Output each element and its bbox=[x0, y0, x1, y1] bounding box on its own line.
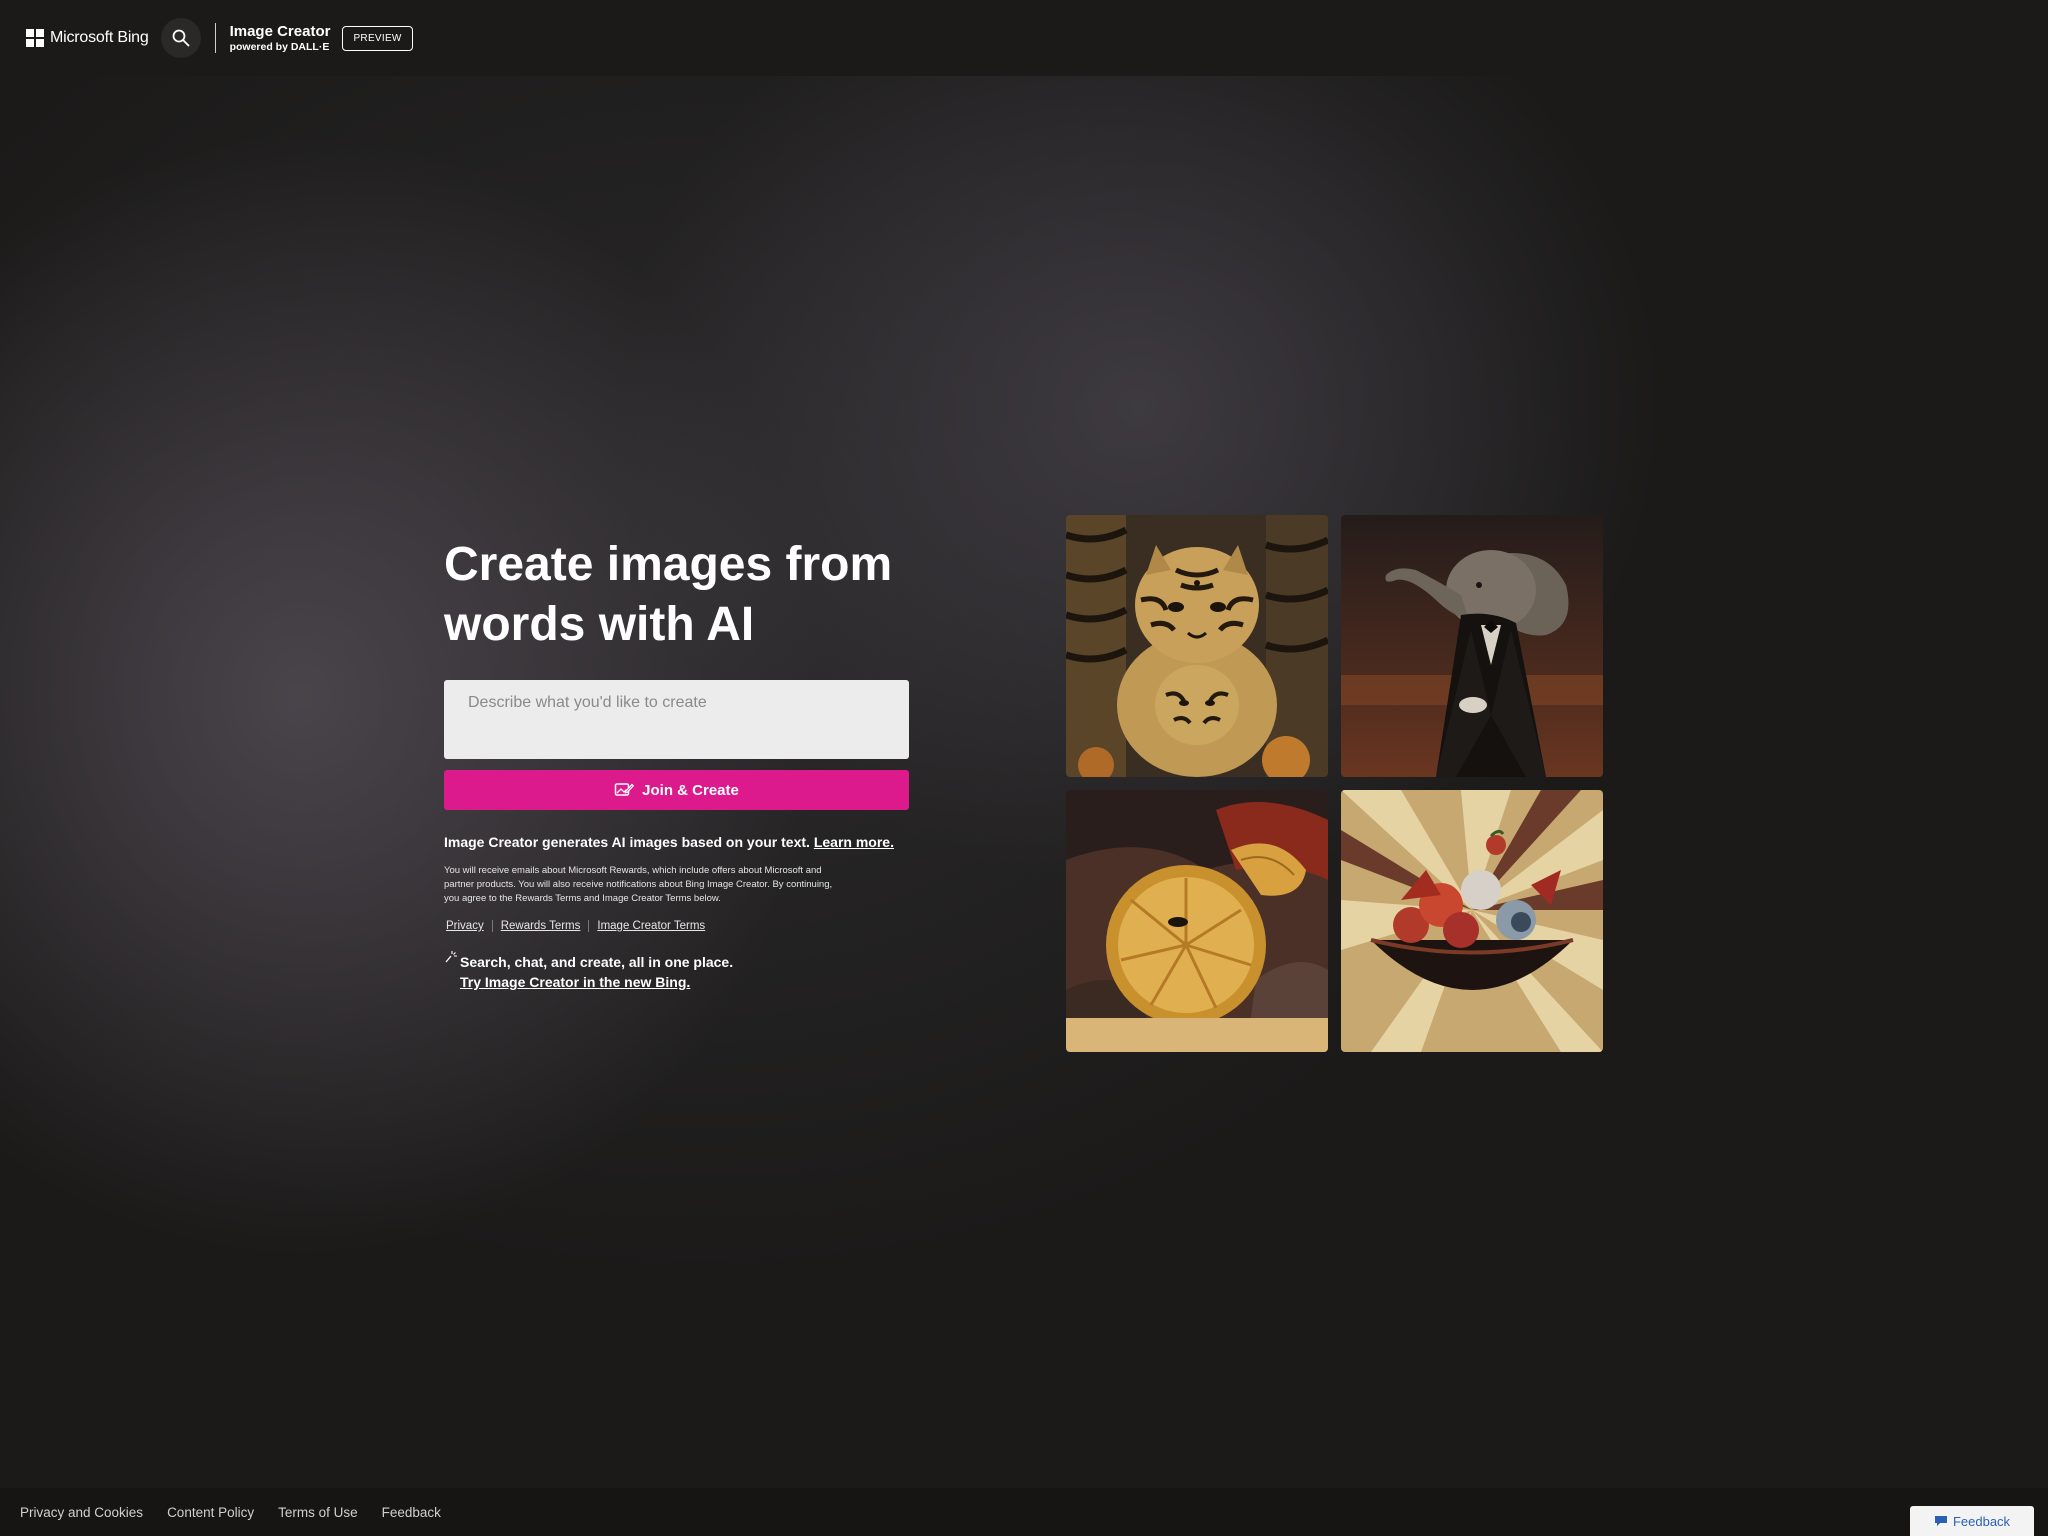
windows-logo-icon bbox=[26, 29, 44, 47]
new-bing-text: Search, chat, and create, all in one pla… bbox=[460, 954, 734, 970]
sample-image-tiger bbox=[1066, 515, 1328, 777]
microsoft-bing-logo[interactable]: Microsoft Bing bbox=[26, 29, 149, 47]
info-text: Image Creator generates AI images based … bbox=[444, 834, 810, 850]
sparkle-icon bbox=[444, 950, 458, 992]
footer-link-feedback[interactable]: Feedback bbox=[382, 1505, 441, 1520]
footer-link-terms[interactable]: Terms of Use bbox=[278, 1505, 358, 1520]
join-button-label: Join & Create bbox=[642, 781, 739, 799]
image-creator-terms-link[interactable]: Image Creator Terms bbox=[595, 920, 707, 932]
create-image-icon bbox=[614, 781, 635, 799]
rewards-fineprint: You will receive emails about Microsoft … bbox=[444, 865, 833, 904]
page-footer: Privacy and Cookies Content Policy Terms… bbox=[0, 1488, 2048, 1536]
rewards-terms-link[interactable]: Rewards Terms bbox=[499, 920, 583, 932]
feedback-button-label: Feedback bbox=[1952, 1513, 2011, 1529]
learn-more-link[interactable]: Learn more. bbox=[814, 834, 894, 850]
footer-link-privacy[interactable]: Privacy and Cookies bbox=[20, 1505, 143, 1520]
sample-image-grid bbox=[1066, 515, 1603, 1052]
new-bing-promo: Search, chat, and create, all in one pla… bbox=[444, 950, 734, 992]
sample-image-fruit-bowl bbox=[1341, 790, 1603, 1052]
top-header: Microsoft Bing Image Creator powered by … bbox=[0, 0, 2048, 76]
feedback-icon bbox=[1934, 1515, 1948, 1527]
try-new-bing-link[interactable]: Try Image Creator in the new Bing. bbox=[460, 972, 733, 992]
sample-image-orange bbox=[1066, 790, 1328, 1052]
info-line: Image Creator generates AI images based … bbox=[444, 834, 894, 850]
feedback-button[interactable]: Feedback bbox=[1910, 1506, 2034, 1536]
app-subtitle: powered by DALL·E bbox=[229, 40, 330, 53]
app-title: Image Creator bbox=[229, 23, 331, 41]
join-and-create-button[interactable]: Join & Create bbox=[444, 770, 909, 810]
legal-links: Privacy Rewards Terms Image Creator Term… bbox=[444, 920, 707, 932]
link-separator bbox=[491, 920, 493, 932]
privacy-link[interactable]: Privacy bbox=[444, 920, 486, 932]
link-separator bbox=[588, 920, 590, 932]
prompt-input[interactable] bbox=[444, 680, 909, 759]
footer-link-content-policy[interactable]: Content Policy bbox=[167, 1505, 254, 1520]
sample-image-elephant bbox=[1341, 515, 1603, 777]
preview-badge: PREVIEW bbox=[342, 25, 413, 51]
search-icon bbox=[172, 29, 189, 47]
search-button[interactable] bbox=[160, 18, 201, 58]
background-glow bbox=[0, 76, 2048, 1488]
brand-text: Microsoft Bing bbox=[50, 29, 149, 46]
hero-title: Create images from words with AI bbox=[444, 538, 893, 651]
header-divider bbox=[214, 23, 216, 53]
image-creator-brand[interactable]: Image Creator powered by DALL·E bbox=[230, 23, 331, 52]
